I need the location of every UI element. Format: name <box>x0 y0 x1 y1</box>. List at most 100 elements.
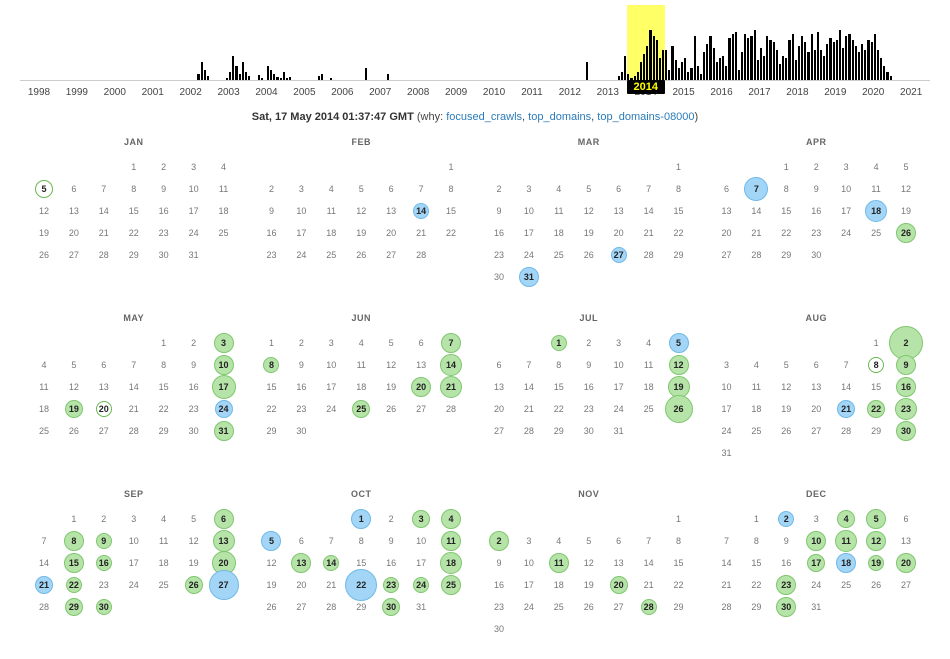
day-jan-17[interactable]: 17 <box>180 201 208 221</box>
day-jun-5[interactable]: 5 <box>377 333 405 353</box>
day-mar-22[interactable]: 22 <box>665 223 693 243</box>
day-mar-27[interactable]: 27 <box>605 245 633 265</box>
year-slot-1999[interactable] <box>58 5 96 80</box>
day-nov-1[interactable]: 1 <box>665 509 693 529</box>
day-mar-13[interactable]: 13 <box>605 201 633 221</box>
day-sep-18[interactable]: 18 <box>150 553 178 573</box>
year-label-2017[interactable]: 2017 <box>741 83 779 101</box>
day-may-8[interactable]: 8 <box>150 355 178 375</box>
day-jan-31[interactable]: 31 <box>180 245 208 265</box>
day-may-21[interactable]: 21 <box>120 399 148 419</box>
day-mar-10[interactable]: 10 <box>515 201 543 221</box>
day-oct-22[interactable]: 22 <box>347 575 375 595</box>
day-jul-22[interactable]: 22 <box>545 399 573 419</box>
day-aug-22[interactable]: 22 <box>862 399 890 419</box>
year-label-2000[interactable]: 2000 <box>96 83 134 101</box>
day-sep-27[interactable]: 27 <box>210 575 238 595</box>
day-feb-13[interactable]: 13 <box>377 201 405 221</box>
day-mar-18[interactable]: 18 <box>545 223 573 243</box>
year-label-2005[interactable]: 2005 <box>285 83 323 101</box>
day-sep-5[interactable]: 5 <box>180 509 208 529</box>
year-slot-2012[interactable] <box>551 5 589 80</box>
day-jun-22[interactable]: 22 <box>258 399 286 419</box>
day-dec-20[interactable]: 20 <box>892 553 920 573</box>
day-may-27[interactable]: 27 <box>90 421 118 441</box>
day-jun-13[interactable]: 13 <box>407 355 435 375</box>
day-jul-18[interactable]: 18 <box>635 377 663 397</box>
year-label-2012[interactable]: 2012 <box>551 83 589 101</box>
day-apr-28[interactable]: 28 <box>742 245 770 265</box>
day-oct-11[interactable]: 11 <box>437 531 465 551</box>
day-sep-30[interactable]: 30 <box>90 597 118 617</box>
day-jul-25[interactable]: 25 <box>635 399 663 419</box>
day-jan-11[interactable]: 11 <box>210 179 238 199</box>
day-dec-21[interactable]: 21 <box>713 575 741 595</box>
day-jul-7[interactable]: 7 <box>515 355 543 375</box>
day-oct-13[interactable]: 13 <box>287 553 315 573</box>
day-oct-25[interactable]: 25 <box>437 575 465 595</box>
day-nov-4[interactable]: 4 <box>545 531 573 551</box>
day-nov-11[interactable]: 11 <box>545 553 573 573</box>
day-aug-25[interactable]: 25 <box>742 421 770 441</box>
day-apr-18[interactable]: 18 <box>862 201 890 221</box>
day-jul-10[interactable]: 10 <box>605 355 633 375</box>
day-apr-6[interactable]: 6 <box>713 179 741 199</box>
day-aug-26[interactable]: 26 <box>772 421 800 441</box>
day-nov-28[interactable]: 28 <box>635 597 663 617</box>
day-nov-23[interactable]: 23 <box>485 597 513 617</box>
day-sep-9[interactable]: 9 <box>90 531 118 551</box>
day-sep-21[interactable]: 21 <box>30 575 58 595</box>
day-jun-17[interactable]: 17 <box>317 377 345 397</box>
day-sep-14[interactable]: 14 <box>30 553 58 573</box>
day-jul-17[interactable]: 17 <box>605 377 633 397</box>
year-slot-2015[interactable] <box>665 5 703 80</box>
year-slot-2002[interactable] <box>172 5 210 80</box>
day-mar-14[interactable]: 14 <box>635 201 663 221</box>
day-jan-28[interactable]: 28 <box>90 245 118 265</box>
day-oct-28[interactable]: 28 <box>317 597 345 617</box>
year-label-2007[interactable]: 2007 <box>361 83 399 101</box>
day-sep-8[interactable]: 8 <box>60 531 88 551</box>
year-slot-2009[interactable] <box>437 5 475 80</box>
day-sep-23[interactable]: 23 <box>90 575 118 595</box>
day-oct-3[interactable]: 3 <box>407 509 435 529</box>
day-jan-25[interactable]: 25 <box>210 223 238 243</box>
day-jul-3[interactable]: 3 <box>605 333 633 353</box>
day-jul-30[interactable]: 30 <box>575 421 603 441</box>
day-apr-5[interactable]: 5 <box>892 157 920 177</box>
day-sep-2[interactable]: 2 <box>90 509 118 529</box>
day-nov-22[interactable]: 22 <box>665 575 693 595</box>
day-nov-6[interactable]: 6 <box>605 531 633 551</box>
day-feb-11[interactable]: 11 <box>317 201 345 221</box>
day-jul-15[interactable]: 15 <box>545 377 573 397</box>
year-slot-2013[interactable] <box>589 5 627 80</box>
day-feb-20[interactable]: 20 <box>377 223 405 243</box>
day-apr-9[interactable]: 9 <box>802 179 830 199</box>
year-label-2018[interactable]: 2018 <box>778 83 816 101</box>
year-slot-2008[interactable] <box>399 5 437 80</box>
day-mar-25[interactable]: 25 <box>545 245 573 265</box>
day-aug-16[interactable]: 16 <box>892 377 920 397</box>
day-aug-20[interactable]: 20 <box>802 399 830 419</box>
day-dec-7[interactable]: 7 <box>713 531 741 551</box>
year-slot-2011[interactable] <box>513 5 551 80</box>
day-mar-20[interactable]: 20 <box>605 223 633 243</box>
day-apr-26[interactable]: 26 <box>892 223 920 243</box>
day-jun-26[interactable]: 26 <box>377 399 405 419</box>
day-jun-2[interactable]: 2 <box>287 333 315 353</box>
day-oct-23[interactable]: 23 <box>377 575 405 595</box>
day-feb-3[interactable]: 3 <box>287 179 315 199</box>
day-dec-8[interactable]: 8 <box>742 531 770 551</box>
day-feb-4[interactable]: 4 <box>317 179 345 199</box>
year-label-2019[interactable]: 2019 <box>816 83 854 101</box>
day-jan-2[interactable]: 2 <box>150 157 178 177</box>
day-dec-23[interactable]: 23 <box>772 575 800 595</box>
day-aug-10[interactable]: 10 <box>713 377 741 397</box>
day-may-24[interactable]: 24 <box>210 399 238 419</box>
day-apr-15[interactable]: 15 <box>772 201 800 221</box>
day-sep-6[interactable]: 6 <box>210 509 238 529</box>
day-mar-5[interactable]: 5 <box>575 179 603 199</box>
year-label-2016[interactable]: 2016 <box>703 83 741 101</box>
day-dec-4[interactable]: 4 <box>832 509 860 529</box>
why-link-focused_crawls[interactable]: focused_crawls <box>446 111 522 123</box>
